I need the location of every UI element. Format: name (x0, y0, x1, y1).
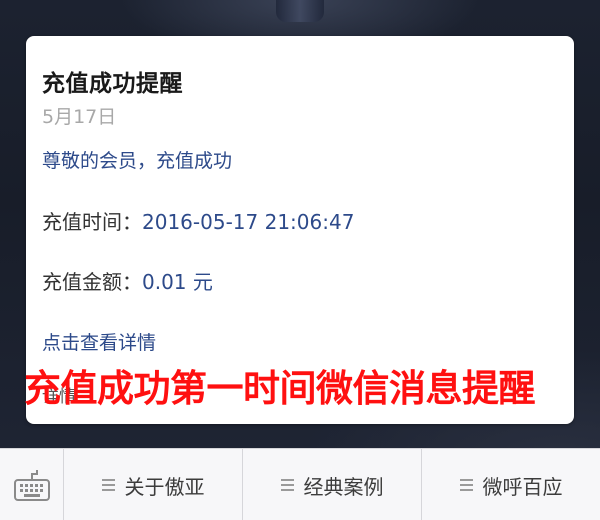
notification-title: 充值成功提醒 (42, 71, 183, 97)
menu-lines-icon (459, 476, 473, 494)
recharge-amount-row: 充值金额：0.01 元 (42, 266, 213, 295)
menu-lines-icon (101, 476, 115, 494)
recharge-amount-value: 0.01 元 (142, 270, 213, 294)
notification-date: 5月17日 (42, 106, 117, 128)
menu-lines-icon (280, 476, 294, 494)
greeting-text: 尊敬的会员，充值成功 (42, 150, 233, 172)
menu-item-cases[interactable]: 经典案例 (243, 449, 422, 520)
recharge-time-value: 2016-05-17 21:06:47 (142, 210, 355, 234)
menu-item-response[interactable]: 微呼百应 (422, 449, 600, 520)
menu-item-label: 经典案例 (303, 474, 384, 499)
background-tie (276, 0, 324, 22)
keyboard-icon (13, 470, 50, 501)
menu-item-label: 微呼百应 (482, 474, 563, 499)
keyboard-toggle-button[interactable] (0, 449, 64, 520)
overlay-caption: 充值成功第一时间微信消息提醒 (24, 367, 536, 410)
bottom-menu-bar: 关于傲亚 经典案例 微呼百应 (0, 448, 600, 520)
recharge-time-row: 充值时间：2016-05-17 21:06:47 (42, 206, 354, 235)
view-details-link[interactable]: 点击查看详情 (42, 328, 156, 355)
recharge-time-label: 充值时间： (42, 210, 142, 234)
menu-item-label: 关于傲亚 (124, 474, 205, 499)
menu-item-about[interactable]: 关于傲亚 (64, 449, 243, 520)
recharge-amount-label: 充值金额： (42, 270, 142, 294)
